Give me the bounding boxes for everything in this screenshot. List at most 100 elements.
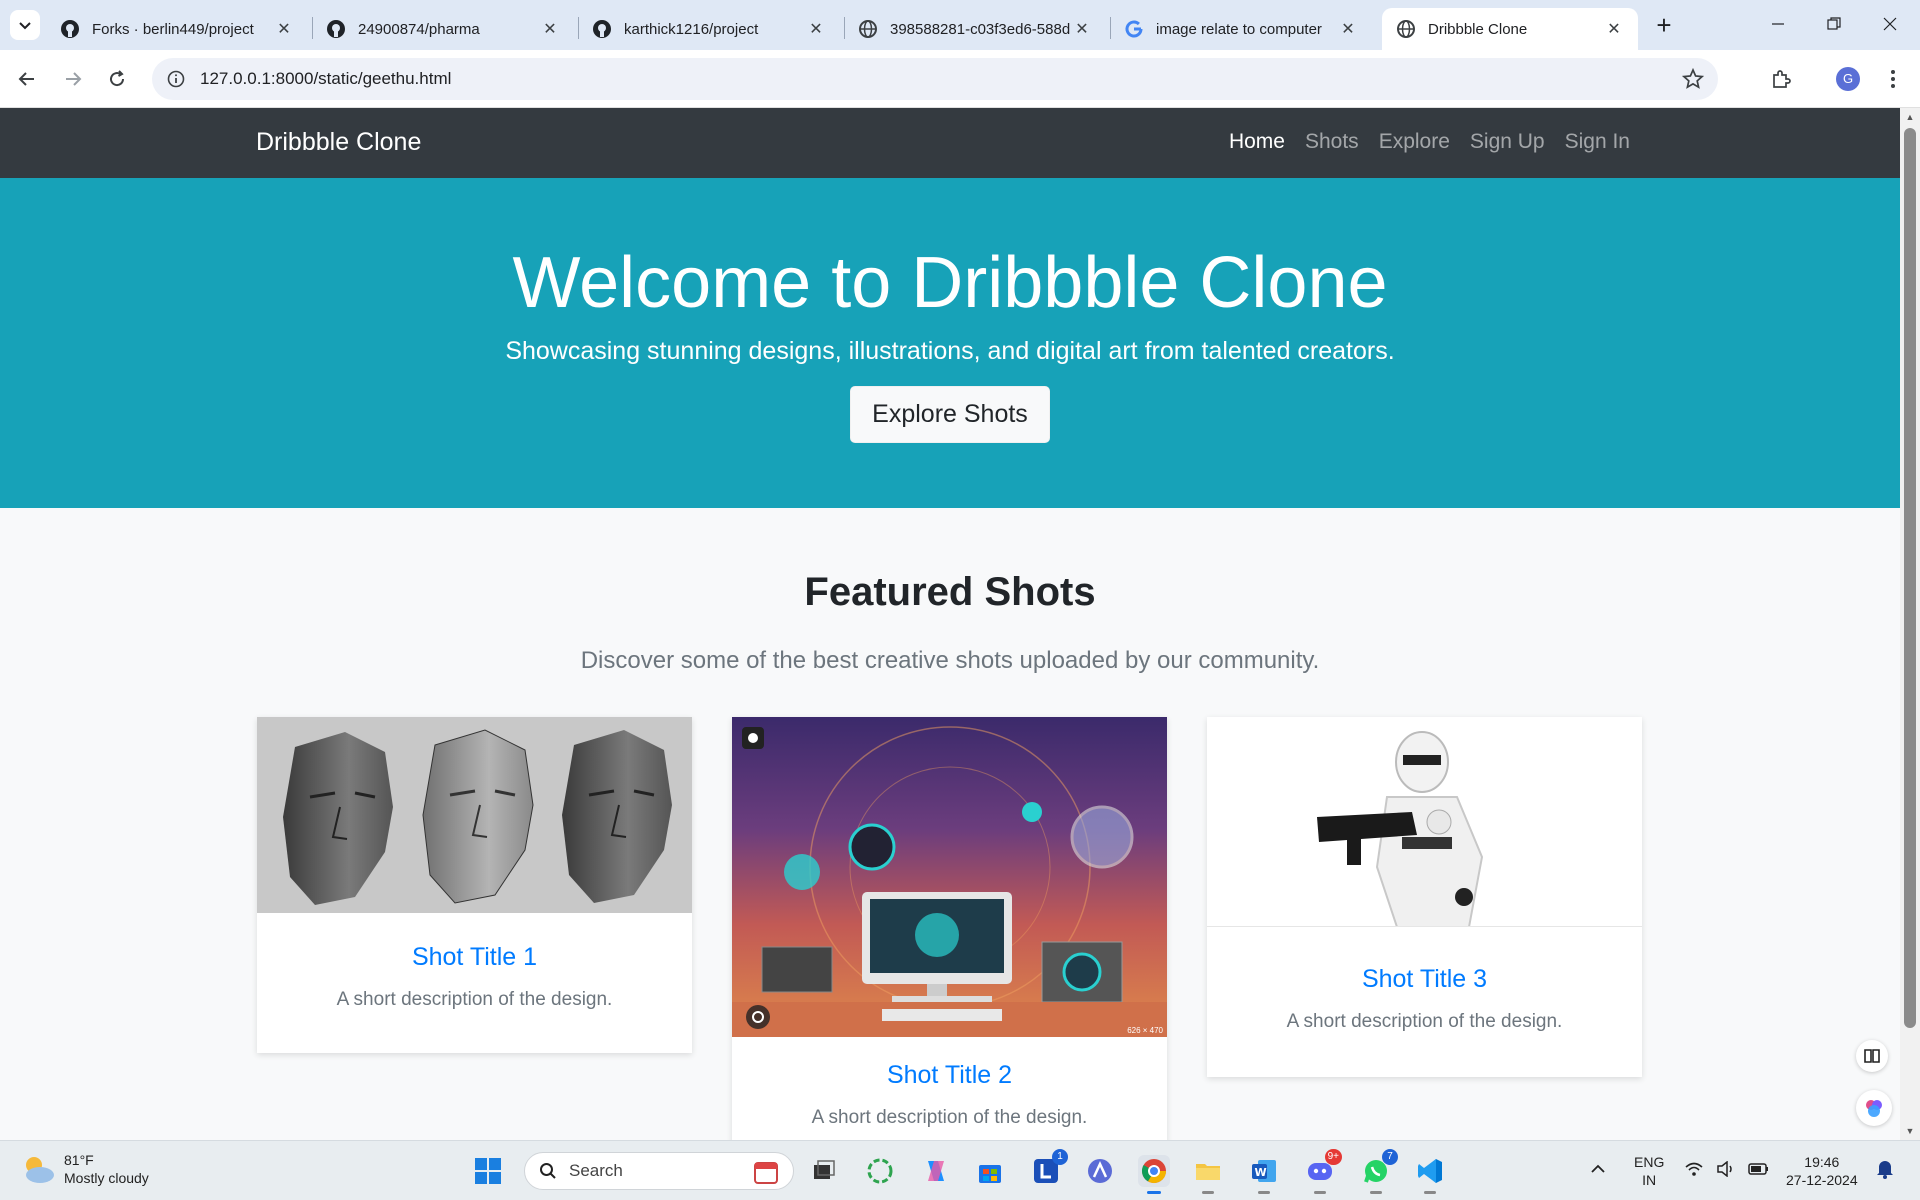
start-button[interactable] [472,1155,504,1187]
weather-widget[interactable]: 81°F Mostly cloudy [20,1151,149,1187]
new-tab-button[interactable]: + [1650,12,1678,40]
notification-badge: 1 [1052,1149,1068,1165]
close-tab-icon[interactable]: ✕ [1604,19,1624,39]
lens-app-button[interactable]: 1 [1030,1149,1068,1187]
featured-section: Featured Shots Discover some of the best… [0,508,1900,675]
minimize-button[interactable] [1750,0,1806,48]
bookmark-star-icon[interactable] [1681,67,1705,95]
globe-icon [858,19,878,39]
copilot-button[interactable] [920,1155,952,1187]
running-app-indicator [1202,1191,1214,1194]
nav-home[interactable]: Home [1229,130,1285,154]
featured-heading: Featured Shots [804,570,1096,614]
scroll-down-arrow-icon[interactable]: ▼ [1905,1126,1915,1136]
address-bar[interactable]: 127.0.0.1:8000/static/geethu.html [152,58,1718,100]
close-tab-icon[interactable]: ✕ [1072,19,1092,39]
shot-card[interactable]: Shot Title 1 A short description of the … [257,717,692,1053]
system-tray-status[interactable] [1684,1161,1770,1177]
site-brand[interactable]: Dribbble Clone [256,128,421,157]
brain-icon [1866,1100,1882,1117]
browser-tab[interactable]: Forks · berlin449/project ✕ [46,8,308,50]
reload-button[interactable] [100,62,134,96]
weather-temperature: 81°F [64,1152,94,1168]
shot-description: A short description of the design. [1286,1011,1563,1032]
calendar-highlight-icon [754,1162,778,1184]
whatsapp-button[interactable]: 7 [1360,1149,1398,1194]
globe-icon [1396,19,1416,39]
close-icon [1883,17,1897,31]
arc-app-button[interactable] [1084,1155,1116,1187]
explore-shots-button[interactable]: Explore Shots [850,386,1050,444]
reading-mode-button[interactable] [1856,1040,1888,1072]
close-window-button[interactable] [1862,0,1918,48]
shot-card[interactable]: 626 × 470 Shot Title 2 A short descripti… [732,717,1167,1140]
extensions-button[interactable] [1764,62,1798,96]
shot-title[interactable]: Shot Title 2 [732,1061,1167,1090]
browser-tab[interactable]: karthick1216/project ✕ [578,8,840,50]
browser-menu-button[interactable] [1876,62,1910,96]
page-viewport: Dribbble Clone Home Shots Explore Sign U… [0,108,1900,1140]
browser-tab[interactable]: 398588281-c03f3ed6-588d ✕ [844,8,1106,50]
nav-sign-in[interactable]: Sign In [1565,130,1630,154]
cloudy-weather-icon [26,1157,54,1183]
notification-badge: 9+ [1324,1149,1342,1165]
wifi-icon [1685,1162,1703,1176]
close-tab-icon[interactable]: ✕ [1338,19,1358,39]
language-indicator[interactable]: ENG IN [1634,1153,1664,1189]
browser-tab[interactable]: 24900874/pharma ✕ [312,8,574,50]
tab-search-button[interactable] [10,10,40,40]
restore-button[interactable] [1806,0,1862,48]
vscode-button[interactable] [1414,1155,1446,1194]
reload-icon [110,70,125,87]
browser-tab-strip: Forks · berlin449/project ✕ 24900874/pha… [0,0,1920,50]
clone-trooper-image [1207,717,1642,927]
url-text[interactable]: 127.0.0.1:8000/static/geethu.html [200,69,451,89]
show-hidden-icons-button[interactable] [1590,1161,1606,1179]
notifications-button[interactable] [1876,1159,1894,1183]
forward-arrow-icon [66,72,82,86]
close-tab-icon[interactable]: ✕ [806,19,826,39]
clock-time: 19:46 [1804,1154,1840,1170]
browser-tab[interactable]: image relate to computer ✕ [1110,8,1372,50]
clock[interactable]: 19:46 27-12-2024 [1786,1153,1858,1189]
task-view-button[interactable] [808,1155,840,1187]
close-tab-icon[interactable]: ✕ [540,19,560,39]
scroll-up-arrow-icon[interactable]: ▲ [1905,112,1915,122]
chevron-up-icon [1591,1164,1605,1173]
browser-tab-active[interactable]: Dribbble Clone ✕ [1382,8,1638,50]
puzzle-icon [1773,70,1791,88]
hero-section: Welcome to Dribbble Clone Showcasing stu… [0,178,1900,508]
active-app-indicator [1147,1191,1161,1194]
shot-title[interactable]: Shot Title 1 [257,943,692,972]
weather-condition: Mostly cloudy [64,1170,149,1186]
taskbar-search[interactable]: Search [524,1152,794,1190]
profile-avatar[interactable]: G [1836,67,1860,91]
running-app-indicator [1424,1191,1436,1194]
nav-sign-up[interactable]: Sign Up [1470,130,1545,154]
scrollbar-thumb[interactable] [1904,128,1916,1028]
more-vertical-icon [1891,70,1895,88]
nav-explore[interactable]: Explore [1379,130,1450,154]
ai-assistant-button[interactable] [1856,1090,1892,1126]
google-icon [1124,19,1144,39]
discord-button[interactable]: 9+ [1304,1149,1342,1194]
minimize-icon [1772,23,1784,25]
close-tab-icon[interactable]: ✕ [274,19,294,39]
nav-shots[interactable]: Shots [1305,130,1359,154]
site-info-icon[interactable] [156,70,196,88]
hero-subtitle: Showcasing stunning designs, illustratio… [505,337,1395,366]
search-icon [540,1163,556,1179]
sculpted-heads-image [257,717,692,913]
copilot-icon [928,1161,944,1181]
file-explorer-button[interactable] [1192,1155,1224,1194]
word-button[interactable]: W [1248,1155,1280,1194]
chrome-button[interactable] [1138,1155,1170,1194]
loop-app-button[interactable] [864,1155,896,1187]
tab-title: karthick1216/project [624,20,759,38]
shot-card[interactable]: Shot Title 3 A short description of the … [1207,717,1642,1077]
page-scrollbar[interactable]: ▲ ▼ [1900,108,1920,1140]
back-button[interactable] [10,62,44,96]
shot-title[interactable]: Shot Title 3 [1207,965,1642,994]
forward-button[interactable] [56,62,90,96]
store-button[interactable] [974,1155,1006,1187]
